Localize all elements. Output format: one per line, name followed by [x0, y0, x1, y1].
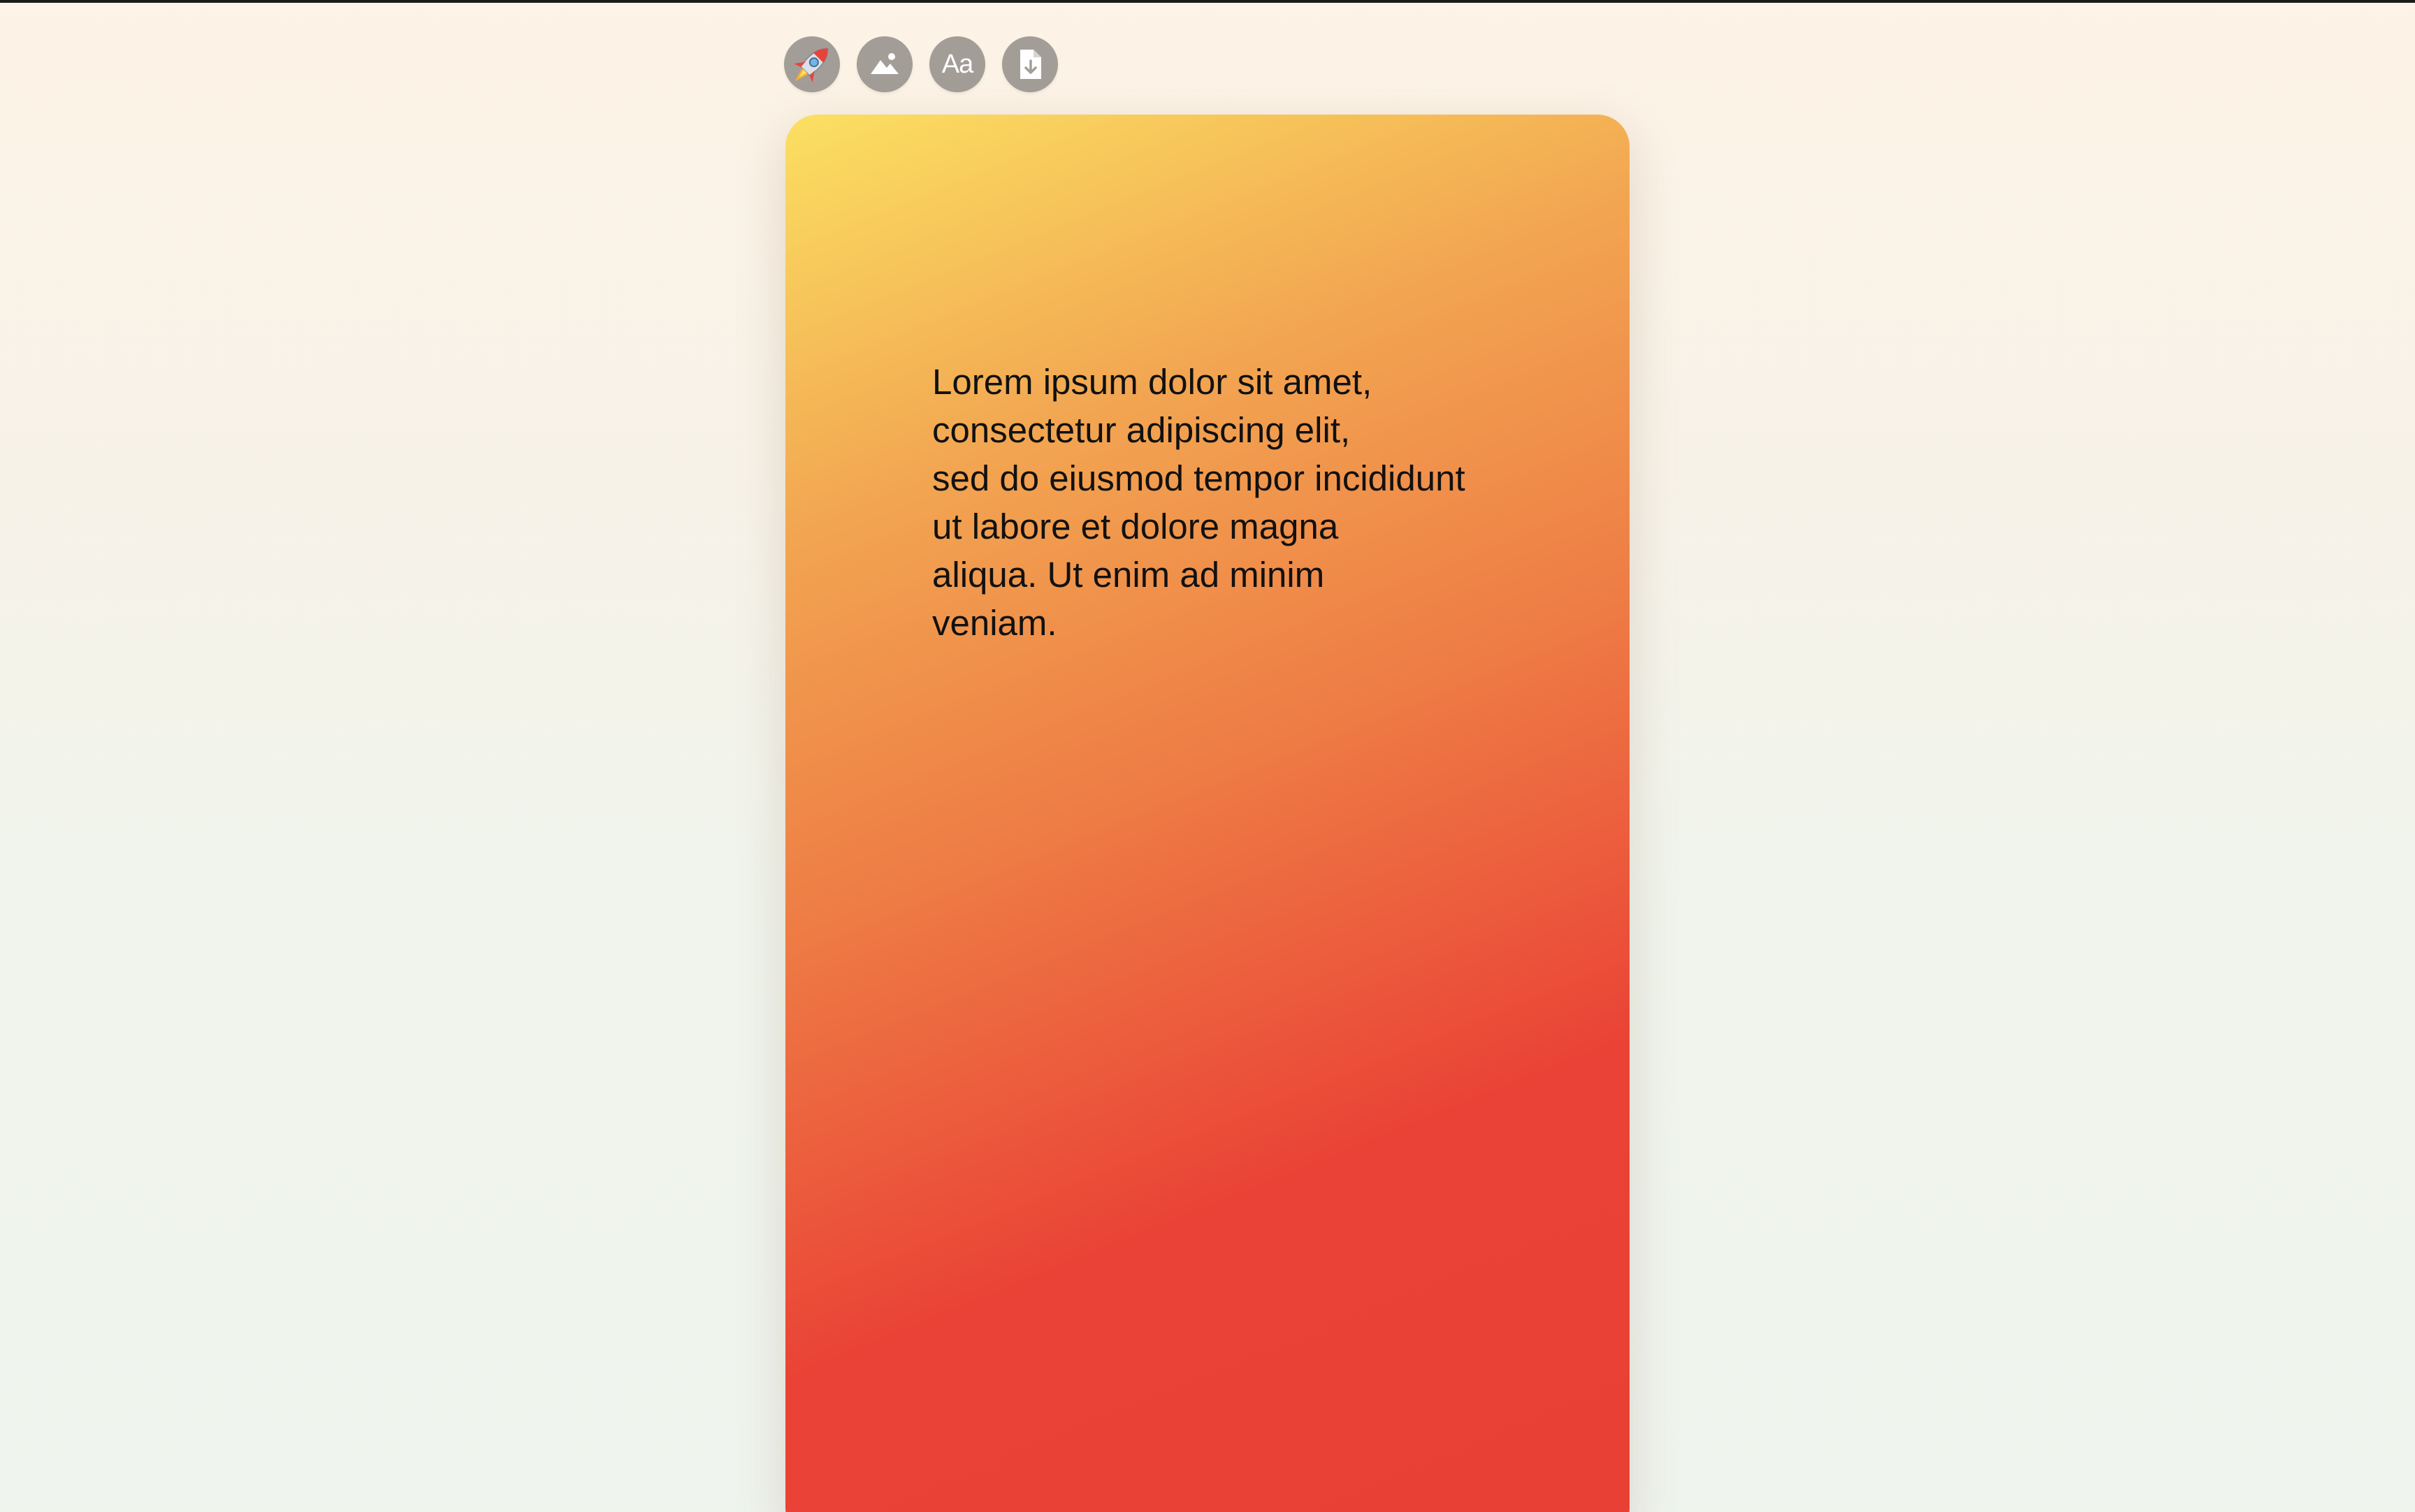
rocket-button[interactable] — [784, 36, 840, 92]
export-button[interactable] — [1002, 36, 1058, 92]
image-icon — [871, 53, 899, 74]
story-card: Lorem ipsum dolor sit amet, consectetur … — [785, 115, 1630, 1512]
toolbar: Aa — [784, 36, 1058, 92]
rocket-icon — [793, 48, 829, 83]
image-button[interactable] — [857, 36, 913, 92]
font-button[interactable]: Aa — [929, 36, 985, 92]
export-file-icon — [1020, 50, 1041, 79]
card-text[interactable]: Lorem ipsum dolor sit amet, consectetur … — [932, 358, 1533, 647]
window-top-edge — [0, 0, 2415, 3]
font-icon: Aa — [941, 49, 973, 79]
